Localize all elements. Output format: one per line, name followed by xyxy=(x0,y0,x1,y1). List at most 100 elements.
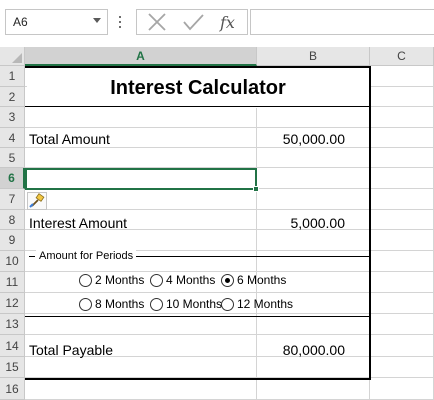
total-amount-value: 50,000.00 xyxy=(282,131,345,147)
radio-label: 2 Months xyxy=(95,273,145,287)
cell-b16[interactable] xyxy=(257,378,370,400)
radio-circle-icon xyxy=(79,273,92,287)
border-group-bottom xyxy=(25,316,370,317)
cell-c3[interactable] xyxy=(370,107,434,128)
border-title-bottom xyxy=(25,106,370,107)
cell-c1[interactable] xyxy=(370,66,434,87)
cell-b7[interactable] xyxy=(257,189,370,210)
row-header-9[interactable]: 9 xyxy=(0,230,25,251)
column-header-b[interactable]: B xyxy=(257,47,370,66)
total-payable-label: Total Payable xyxy=(29,342,114,358)
more-vertical-icon[interactable] xyxy=(117,12,123,32)
cell-a15[interactable] xyxy=(25,357,257,378)
formula-input[interactable] xyxy=(250,9,434,35)
row-header-7[interactable]: 7 xyxy=(0,189,25,210)
border-bottom xyxy=(25,378,371,380)
row-header-10[interactable]: 10 xyxy=(0,251,25,272)
name-box[interactable]: A6 xyxy=(5,9,108,35)
interest-amount-value: 5,000.00 xyxy=(290,215,346,231)
radio-label: 6 Months xyxy=(237,273,287,287)
svg-text:fx: fx xyxy=(219,13,235,32)
radio-6-months[interactable]: 6 Months xyxy=(221,273,286,287)
cell-a7[interactable] xyxy=(25,189,257,210)
cell-c15[interactable] xyxy=(370,357,434,378)
select-all-button[interactable] xyxy=(0,47,25,66)
insert-function-button[interactable]: fx xyxy=(211,10,247,34)
cell-c9[interactable] xyxy=(370,230,434,251)
cell-b10[interactable] xyxy=(257,251,370,272)
radio-4-months[interactable]: 4 Months xyxy=(150,273,215,287)
cell-b13[interactable] xyxy=(257,314,370,335)
cell-b3[interactable] xyxy=(257,107,370,128)
radio-label: 4 Months xyxy=(166,273,216,287)
chevron-down-icon[interactable] xyxy=(93,18,101,23)
fill-handle[interactable] xyxy=(253,186,259,192)
paste-options-button[interactable] xyxy=(27,192,47,210)
radio-2-months[interactable]: 2 Months xyxy=(79,273,144,287)
active-cell-selection[interactable] xyxy=(25,168,257,190)
select-all-icon xyxy=(12,53,22,63)
radio-10-months[interactable]: 10 Months xyxy=(150,297,222,311)
cell-b5[interactable] xyxy=(257,148,370,168)
radio-circle-icon xyxy=(150,297,163,311)
check-icon xyxy=(183,14,204,31)
cell-c4[interactable] xyxy=(370,128,434,148)
radio-circle-icon xyxy=(150,273,163,287)
radio-circle-icon xyxy=(221,297,234,311)
cell-c10[interactable] xyxy=(370,251,434,272)
cell-c8[interactable] xyxy=(370,210,434,230)
fx-icon: fx xyxy=(219,13,235,32)
close-icon xyxy=(148,13,166,31)
radio-12-months[interactable]: 12 Months xyxy=(221,297,293,311)
row-header-14[interactable]: 14 xyxy=(0,335,25,357)
column-header-c[interactable]: C xyxy=(370,47,434,66)
radio-circle-icon xyxy=(79,297,92,311)
radio-label: 8 Months xyxy=(95,297,145,311)
cell-c6[interactable] xyxy=(370,168,434,189)
row-header-8[interactable]: 8 xyxy=(0,210,25,230)
row-header-15[interactable]: 15 xyxy=(0,357,25,378)
sheet-title: Interest Calculator xyxy=(27,68,369,108)
radio-8-months[interactable]: 8 Months xyxy=(79,297,144,311)
row-header-13[interactable]: 13 xyxy=(0,314,25,335)
row-header-4[interactable]: 4 xyxy=(0,128,25,148)
cell-c11[interactable] xyxy=(370,272,434,293)
cell-a13[interactable] xyxy=(25,314,257,335)
cell-a5[interactable] xyxy=(25,148,257,168)
row-header-2[interactable]: 2 xyxy=(0,87,25,107)
cell-c2[interactable] xyxy=(370,87,434,107)
enter-button[interactable] xyxy=(175,10,211,34)
formula-bar: A6 fx xyxy=(0,0,434,47)
cell-a16[interactable] xyxy=(25,378,257,400)
total-payable-value: 80,000.00 xyxy=(282,342,345,358)
border-right xyxy=(369,66,371,379)
row-header-16[interactable]: 16 xyxy=(0,378,25,400)
row-header-1[interactable]: 1 xyxy=(0,66,25,87)
group-box-border-left xyxy=(29,256,35,257)
cell-c14[interactable] xyxy=(370,335,434,357)
cell-c13[interactable] xyxy=(370,314,434,335)
cell-c16[interactable] xyxy=(370,378,434,400)
row-header-11[interactable]: 11 xyxy=(0,272,25,293)
row-header-5[interactable]: 5 xyxy=(0,148,25,168)
row-header-12[interactable]: 12 xyxy=(0,293,25,314)
row-header-3[interactable]: 3 xyxy=(0,107,25,128)
cell-b6[interactable] xyxy=(257,168,370,189)
group-box-caption: Amount for Periods xyxy=(36,250,137,262)
interest-amount-label: Interest Amount xyxy=(29,215,128,231)
name-box-value: A6 xyxy=(13,15,28,29)
row-header-6[interactable]: 6 xyxy=(0,168,25,189)
cell-c12[interactable] xyxy=(370,293,434,314)
cell-c7[interactable] xyxy=(370,189,434,210)
total-amount-label: Total Amount xyxy=(29,131,110,147)
cell-b15[interactable] xyxy=(257,357,370,378)
cell-c5[interactable] xyxy=(370,148,434,168)
cell-a9[interactable] xyxy=(25,230,257,251)
cell-b9[interactable] xyxy=(257,230,370,251)
paintbrush-icon xyxy=(29,193,45,208)
cancel-button[interactable] xyxy=(139,10,175,34)
radio-checked-icon xyxy=(221,273,234,287)
radio-label: 12 Months xyxy=(237,297,294,311)
cell-a3[interactable] xyxy=(25,107,257,128)
column-header-a[interactable]: A xyxy=(25,47,257,66)
